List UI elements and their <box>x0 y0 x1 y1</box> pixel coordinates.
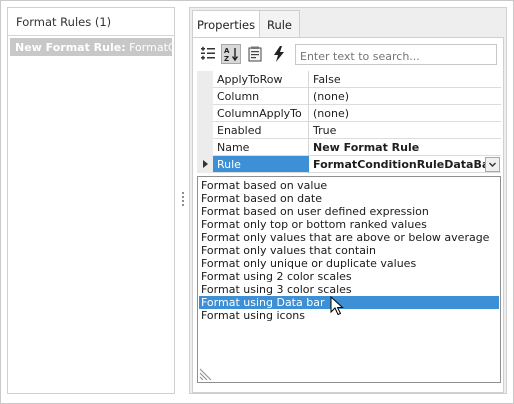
property-value[interactable]: True <box>309 122 501 139</box>
property-grid-panel: A Z ApplyToRow <box>192 37 504 393</box>
property-value[interactable]: (none) <box>309 88 501 105</box>
property-search-input[interactable] <box>295 44 497 65</box>
events-button[interactable] <box>269 44 289 64</box>
property-row-applytorow[interactable]: ApplyToRow False <box>197 71 501 88</box>
mouse-cursor-icon <box>330 296 344 316</box>
dropdown-option[interactable]: Format only unique or duplicate values <box>199 257 499 270</box>
property-row-rule[interactable]: Rule FormatConditionRuleDataBar <box>197 156 501 173</box>
property-name: ColumnApplyTo <box>213 105 309 122</box>
dropdown-option[interactable]: Format only values that contain <box>199 244 499 257</box>
tab-rule[interactable]: Rule <box>260 10 300 38</box>
resize-grip[interactable] <box>199 367 215 381</box>
dropdown-option[interactable]: Format only top or bottom ranked values <box>199 218 499 231</box>
alphabetical-button[interactable]: A Z <box>221 44 241 64</box>
property-name: Rule <box>213 156 309 173</box>
property-row-enabled[interactable]: Enabled True <box>197 122 501 139</box>
rule-dropdown-list: Format based on value Format based on da… <box>197 176 501 383</box>
dropdown-option[interactable]: Format based on user defined expression <box>199 205 499 218</box>
svg-text:A: A <box>224 47 230 55</box>
format-rule-item-name: New Format Rule: <box>15 41 126 54</box>
property-row-column[interactable]: Column (none) <box>197 88 501 105</box>
tab-bar: Properties Rule <box>190 8 506 38</box>
dropdown-option[interactable]: Format only values that are above or bel… <box>199 231 499 244</box>
current-row-arrow-icon <box>203 160 208 168</box>
dropdown-option[interactable]: Format based on value <box>199 179 499 192</box>
dropdown-option[interactable]: Format based on date <box>199 192 499 205</box>
property-grid: ApplyToRow False Column (none) ColumnApp… <box>197 71 501 176</box>
property-name: ApplyToRow <box>213 71 309 88</box>
property-name: Enabled <box>213 122 309 139</box>
property-pages-icon <box>248 46 262 62</box>
format-rules-title: Format Rules (1) <box>8 8 174 36</box>
property-name: Column <box>213 88 309 105</box>
splitter-handle[interactable] <box>180 192 186 206</box>
sort-alphabetical-icon: A Z <box>224 47 239 63</box>
format-rule-item[interactable]: New Format Rule: FormatCon <box>10 38 172 56</box>
dropdown-option-selected[interactable]: Format using Data bar <box>199 296 499 309</box>
property-row-name[interactable]: Name New Format Rule <box>197 139 501 156</box>
resize-grip-icon <box>199 368 212 381</box>
chevron-down-icon <box>489 162 496 167</box>
dropdown-option[interactable]: Format using 3 color scales <box>199 283 499 296</box>
categorized-icon <box>201 46 215 60</box>
rule-dropdown-button[interactable] <box>485 157 500 172</box>
format-rule-item-type: FormatCon <box>129 41 172 54</box>
tab-properties[interactable]: Properties <box>192 10 260 38</box>
rule-editor-pane: Properties Rule A Z Enter text to search… <box>189 7 507 394</box>
svg-text:Z: Z <box>224 55 229 63</box>
property-value[interactable]: New Format Rule <box>309 139 501 156</box>
property-value[interactable]: (none) <box>309 105 501 122</box>
format-rules-pane: Format Rules (1) New Format Rule: Format… <box>7 7 175 394</box>
categorized-button[interactable] <box>198 44 218 64</box>
property-name: Name <box>213 139 309 156</box>
rule-value-text: FormatConditionRuleDataBar <box>313 158 495 171</box>
dropdown-option[interactable]: Format using icons <box>199 309 499 322</box>
dropdown-option[interactable]: Format using 2 color scales <box>199 270 499 283</box>
property-value[interactable]: FormatConditionRuleDataBar <box>309 156 501 173</box>
lightning-icon <box>274 46 284 62</box>
property-row-columnapplyto[interactable]: ColumnApplyTo (none) <box>197 105 501 122</box>
property-value[interactable]: False <box>309 71 501 88</box>
property-pages-button[interactable] <box>245 44 265 64</box>
